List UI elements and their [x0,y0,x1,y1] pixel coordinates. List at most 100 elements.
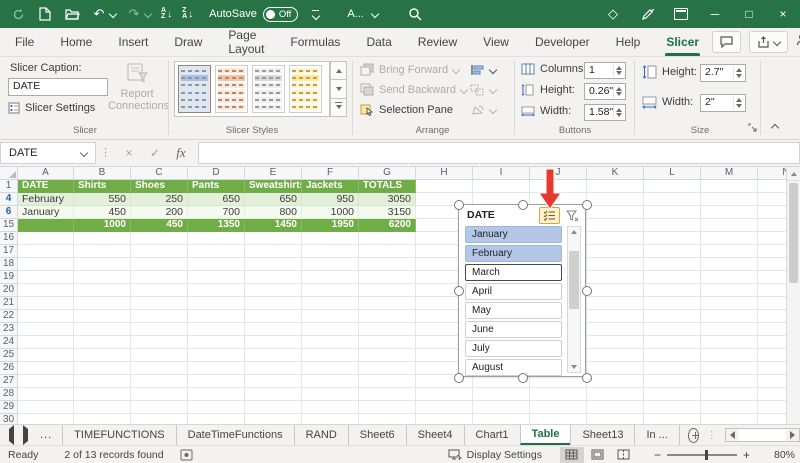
column-header-K[interactable]: K [587,167,644,180]
sheetbar-grip[interactable]: ⋮ [707,430,717,441]
cell-G17[interactable] [359,245,416,258]
cell-B1[interactable]: Shirts [74,180,131,193]
row-header-20[interactable]: 20 [0,284,18,297]
cell-M20[interactable] [701,284,758,297]
cell-F4[interactable]: 950 [302,193,359,206]
cell-K30[interactable] [587,414,644,424]
cell-A6[interactable]: January [18,206,74,219]
sheet-tab-sheet13[interactable]: Sheet13 [570,425,634,445]
zoom-level[interactable]: 80% [774,449,800,461]
cell-A30[interactable] [18,414,74,424]
bring-forward-button[interactable]: Bring Forward [360,63,461,76]
cell-E24[interactable] [245,336,302,349]
cell-D20[interactable] [188,284,245,297]
page-layout-view-button[interactable] [586,447,610,463]
cell-C1[interactable]: Shoes [131,180,188,193]
new-file-icon[interactable] [36,5,54,23]
gallery-up-icon[interactable] [330,61,347,81]
column-header-B[interactable]: B [74,167,131,180]
cell-B27[interactable] [74,375,131,388]
cell-B21[interactable] [74,297,131,310]
columns-input[interactable]: 1 [584,62,626,79]
vertical-scrollbar[interactable] [786,167,800,424]
cell-D26[interactable] [188,362,245,375]
cell-M1[interactable] [701,180,758,193]
cell-L17[interactable] [644,245,701,258]
send-backward-button[interactable]: Send Backward [360,83,469,96]
cell-D16[interactable] [188,232,245,245]
cell-G6[interactable]: 3150 [359,206,416,219]
cell-A24[interactable] [18,336,74,349]
sheet-tab-timefunctions[interactable]: TIMEFUNCTIONS [62,425,175,445]
name-box[interactable]: DATE [0,142,96,164]
sheet-overflow-indicator[interactable]: ... [40,429,52,441]
redo-dropdown-icon[interactable] [143,9,153,19]
cell-D30[interactable] [188,414,245,424]
slicer-resize-handle[interactable] [582,373,592,383]
cell-D24[interactable] [188,336,245,349]
cell-F26[interactable] [302,362,359,375]
cell-I1[interactable] [473,180,530,193]
cell-D15[interactable]: 1350 [188,219,245,232]
slicer-scroll-thumb[interactable] [569,251,579,309]
cell-F18[interactable] [302,258,359,271]
cell-A26[interactable] [18,362,74,375]
zoom-slider[interactable]: − + [648,448,756,462]
cell-C30[interactable] [131,414,188,424]
cell-B4[interactable]: 550 [74,193,131,206]
tab-data[interactable]: Data [353,28,404,56]
row-header-18[interactable]: 18 [0,258,18,271]
cell-E17[interactable] [245,245,302,258]
cell-E15[interactable]: 1450 [245,219,302,232]
cell-M4[interactable] [701,193,758,206]
macro-record-icon[interactable] [180,449,193,461]
cell-L22[interactable] [644,310,701,323]
cell-F28[interactable] [302,388,359,401]
clear-filter-button[interactable] [563,207,582,224]
undo-dropdown-icon[interactable] [108,9,118,19]
slicer-style-gray[interactable] [252,65,285,113]
cell-G15[interactable]: 6200 [359,219,416,232]
cancel-icon[interactable]: × [118,144,140,162]
undo-icon[interactable]: ↶ [90,5,108,23]
cell-G22[interactable] [359,310,416,323]
row-header-25[interactable]: 25 [0,349,18,362]
cell-L24[interactable] [644,336,701,349]
slicer-item-august[interactable]: August [465,359,562,376]
cell-L27[interactable] [644,375,701,388]
cell-E23[interactable] [245,323,302,336]
row-header-26[interactable]: 26 [0,362,18,375]
cell-F1[interactable]: Jackets [302,180,359,193]
zoom-out-icon[interactable]: − [648,448,667,462]
size-height-input[interactable]: 2.7" [700,64,746,82]
cell-A22[interactable] [18,310,74,323]
cell-F17[interactable] [302,245,359,258]
sheet-tab-in[interactable]: In ... [634,425,680,445]
cell-M19[interactable] [701,271,758,284]
cell-F22[interactable] [302,310,359,323]
sheet-tab-sheet6[interactable]: Sheet6 [347,425,406,445]
cell-B20[interactable] [74,284,131,297]
slicer-scrollbar[interactable] [567,226,581,373]
size-height-spinner[interactable] [733,66,744,80]
column-header-E[interactable]: E [245,167,302,180]
cell-G4[interactable]: 3050 [359,193,416,206]
slicer-resize-handle[interactable] [454,373,464,383]
row-header-6[interactable]: 6 [0,206,18,219]
tab-home[interactable]: Home [47,28,105,56]
cell-F20[interactable] [302,284,359,297]
redo-icon[interactable]: ↷ [125,5,143,23]
close-button[interactable]: × [766,0,800,28]
zoom-thumb[interactable] [704,449,708,460]
sheet-tab-sheet4[interactable]: Sheet4 [405,425,464,445]
cell-M23[interactable] [701,323,758,336]
columns-spinner[interactable] [613,64,624,77]
tab-slicer[interactable]: Slicer [653,28,712,56]
sheet-nav-right-icon[interactable] [23,425,28,445]
cell-B24[interactable] [74,336,131,349]
cell-K6[interactable] [587,206,644,219]
cell-A21[interactable] [18,297,74,310]
cell-C6[interactable]: 200 [131,206,188,219]
scroll-up-icon[interactable] [787,167,800,181]
cell-D29[interactable] [188,401,245,414]
